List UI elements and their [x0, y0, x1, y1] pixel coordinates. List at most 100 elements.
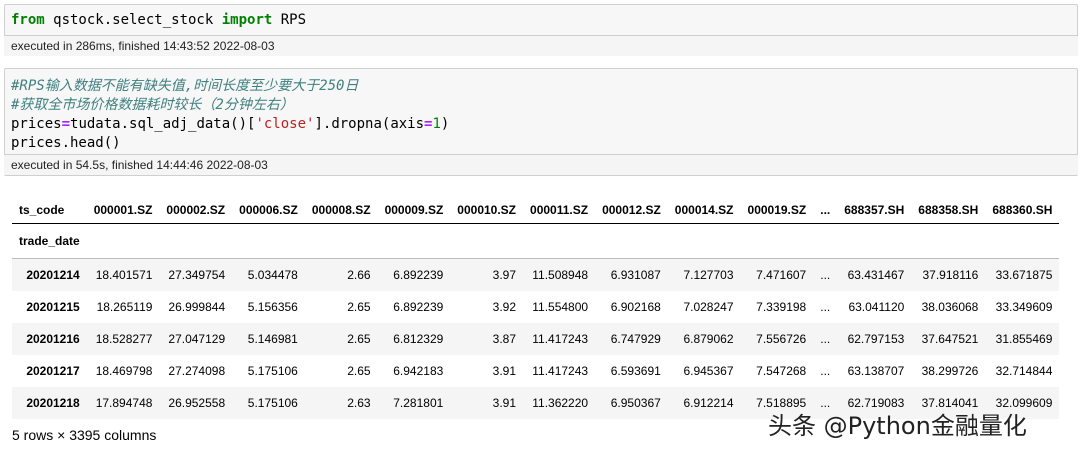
table-cell: 63.138707: [847, 364, 905, 378]
column-header: 000014.SZ: [667, 197, 741, 224]
table-cell: 2.65: [347, 332, 371, 346]
empty-header-cell: [740, 223, 814, 259]
table-cell: 11.508948: [532, 268, 589, 282]
table-cell: 17.894748: [95, 396, 153, 410]
code-editor-1[interactable]: from qstock.select_stock import RPS: [5, 5, 1077, 30]
row-index: 20201214: [26, 268, 80, 282]
empty-header-cell: [985, 223, 1060, 259]
column-header: 000001.SZ: [86, 197, 160, 224]
empty-header-cell: [86, 223, 160, 259]
column-header: 000011.SZ: [523, 197, 596, 224]
table-cell: 7.127703: [683, 268, 734, 282]
column-header: 000002.SZ: [159, 197, 233, 224]
table-cell: 18.469798: [95, 364, 153, 378]
table-cell: 2.66: [347, 268, 371, 282]
empty-header-cell: [523, 223, 596, 259]
table-row: 20201216 18.528277 27.047129 5.146981 2.65 6.…: [12, 323, 1060, 355]
table-cell: 6.902168: [610, 300, 661, 314]
table-cell: 37.918116: [922, 268, 979, 282]
empty-header-cell: [304, 223, 378, 259]
empty-header-cell: [837, 223, 912, 259]
table-body: 20201214 18.401571 27.349754 5.034478 2.66 6.…: [12, 258, 1060, 419]
column-header: 000006.SZ: [232, 197, 305, 224]
columns-name: ts_code: [12, 197, 87, 224]
empty-header-cell: [667, 223, 741, 259]
table-cell: 27.047129: [168, 332, 226, 346]
table-cell: 38.299726: [921, 364, 979, 378]
execution-info-1: executed in 286ms, finished 14:43:52 202…: [4, 35, 1078, 56]
code-editor-2[interactable]: #RPS输入数据不能有缺失值,时间长度至少要大于250日 #获取全市场价格数据耗时…: [5, 69, 1077, 153]
code-comment-2: #获取全市场价格数据耗时较长（2分钟左右）: [11, 97, 294, 113]
table-cell: 11.362220: [532, 396, 589, 410]
table-cell: 6.593691: [610, 364, 661, 378]
table-cell: 6.747929: [610, 332, 661, 346]
row-index: 20201215: [26, 300, 80, 314]
keyword-import: import: [221, 12, 273, 28]
table-cell: 5.146981: [247, 332, 298, 346]
table-cell: 5.175106: [247, 396, 298, 410]
table-cell: ...: [820, 268, 831, 282]
table-cell: 26.952558: [168, 396, 226, 410]
table-cell: 37.647521: [921, 332, 979, 346]
row-index: 20201218: [26, 396, 80, 410]
shape-info: 5 rows × 3395 columns: [12, 427, 157, 443]
module-name: qstock.select_stock: [44, 12, 222, 28]
code-comment-1: #RPS输入数据不能有缺失值,时间长度至少要大于250日: [11, 78, 359, 94]
table-cell: 38.036068: [921, 300, 979, 314]
table-cell: 32.714844: [995, 364, 1053, 378]
keyword-from: from: [11, 12, 45, 28]
empty-header-cell: [377, 223, 451, 259]
table-cell: 6.945367: [683, 364, 734, 378]
table-cell: 26.999844: [168, 300, 226, 314]
watermark: 头条 @Python金融量化: [768, 412, 1027, 440]
table-cell: 27.349754: [168, 268, 226, 282]
table-cell: 7.556726: [756, 332, 807, 346]
header-row: ts_code 000001.SZ 000002.SZ 000006.SZ 00000…: [12, 197, 1060, 224]
table-cell: 6.812329: [393, 332, 444, 346]
index-name: trade_date: [12, 223, 87, 259]
table-cell: 63.431467: [847, 268, 905, 282]
table-cell: 18.401571: [95, 268, 153, 282]
table-cell: 7.547268: [756, 364, 807, 378]
table-cell: 3.91: [492, 396, 517, 410]
table-cell: 7.281801: [393, 396, 444, 410]
table-cell: 5.156356: [247, 300, 298, 314]
table-cell: 5.034478: [247, 268, 298, 282]
row-index: 20201217: [26, 364, 80, 378]
execution-info-2: executed in 54.5s, finished 14:44:46 202…: [4, 154, 1078, 175]
table-cell: 11.417243: [532, 364, 589, 378]
table-cell: 63.041120: [848, 300, 905, 314]
dataframe-output: ts_code 000001.SZ 000002.SZ 000006.SZ 00000…: [12, 197, 1060, 419]
index-name-row: trade_date: [12, 223, 1060, 259]
empty-header-cell: [232, 223, 305, 259]
table-cell: 3.91: [492, 364, 517, 378]
table-cell: 6.912214: [683, 396, 734, 410]
table-cell: 11.417243: [532, 332, 589, 346]
table-cell: 6.892239: [393, 268, 444, 282]
table-cell: ...: [820, 332, 831, 346]
table-cell: 18.528277: [95, 332, 153, 346]
column-header: 000010.SZ: [450, 197, 524, 224]
table-cell: 3.87: [492, 332, 517, 346]
table-cell: 3.97: [492, 268, 517, 282]
table-cell: 6.879062: [683, 332, 734, 346]
table-cell: 7.339198: [756, 300, 807, 314]
table-row: 20201214 18.401571 27.349754 5.034478 2.66 6.…: [12, 258, 1060, 291]
table-cell: 7.471607: [756, 268, 807, 282]
table-cell: 6.931087: [610, 268, 661, 282]
table-cell: 7.028247: [683, 300, 734, 314]
column-header: 688357.SH: [837, 197, 912, 224]
row-index: 20201216: [26, 332, 80, 346]
column-header: ...: [813, 197, 838, 224]
table-cell: 5.175106: [247, 364, 298, 378]
table-row: 20201217 18.469798 27.274098 5.175106 2.65 6.…: [12, 355, 1059, 387]
table-cell: 27.274098: [168, 364, 226, 378]
table-cell: 6.892239: [393, 300, 444, 314]
table-cell: 3.92: [492, 300, 517, 314]
table-cell: 33.671875: [995, 268, 1053, 282]
table-cell: 2.65: [347, 364, 371, 378]
table-cell: ...: [820, 300, 831, 314]
table-cell: 11.554800: [532, 300, 589, 314]
empty-header-cell: [911, 223, 986, 259]
table-cell: 31.855469: [995, 332, 1053, 346]
